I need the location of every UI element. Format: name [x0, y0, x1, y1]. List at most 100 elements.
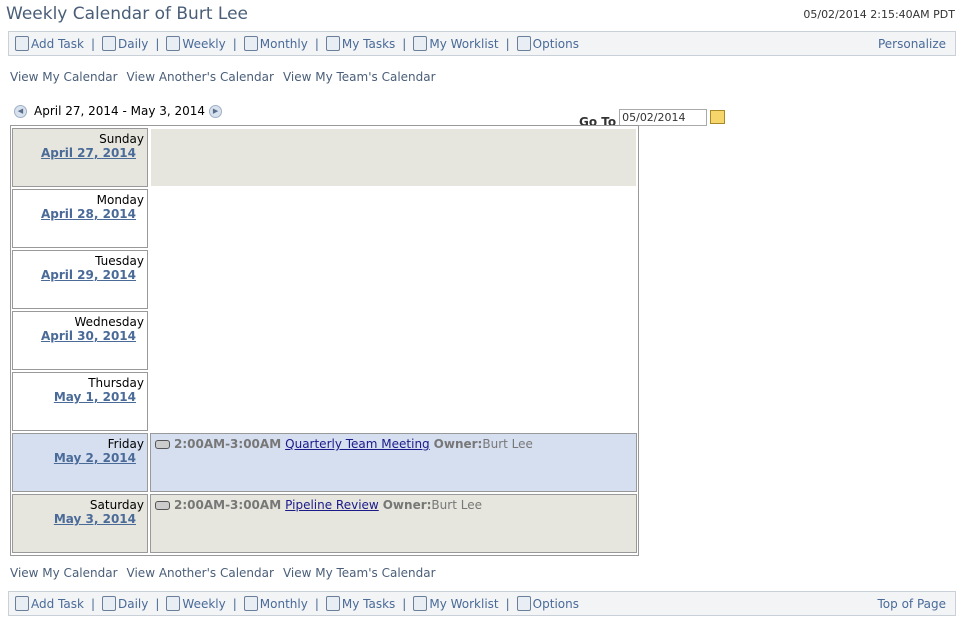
toolbar-link-label: My Worklist: [429, 596, 499, 611]
toolbar-link-label: Daily: [118, 596, 149, 611]
day-row: Tuesday April 29, 2014: [12, 250, 637, 309]
day-events-cell[interactable]: [150, 250, 637, 309]
toolbar-daily-link[interactable]: Daily: [102, 36, 148, 51]
event-title-link[interactable]: Pipeline Review: [285, 498, 379, 512]
toolbar-link-label: Daily: [118, 36, 149, 51]
separator: |: [155, 596, 160, 611]
separator: |: [314, 596, 319, 611]
separator: |: [505, 596, 510, 611]
day-row: Saturday May 3, 2014 2:00AM-3:00AM Pipeline…: [12, 494, 637, 553]
week-range: April 27, 2014 - May 3, 2014: [34, 104, 206, 118]
weekday-name: Wednesday: [74, 315, 144, 329]
toolbar-link-label: Add Task: [31, 36, 84, 51]
meeting-icon: [155, 500, 170, 510]
toolbar-monthly-link[interactable]: Monthly: [243, 596, 308, 611]
day-label-cell: Saturday May 3, 2014: [12, 494, 148, 553]
view-calendar-link[interactable]: View My Team's Calendar: [283, 70, 436, 84]
view-links-bottom: View My Calendar View Another's Calendar V…: [10, 566, 436, 580]
day-date-link[interactable]: April 28, 2014: [13, 207, 144, 221]
next-week-icon[interactable]: ▶: [209, 104, 223, 118]
add-task-icon: [15, 596, 29, 611]
toolbar-weekly-link[interactable]: Weekly: [166, 36, 226, 51]
toolbar-weekly-link[interactable]: Weekly: [166, 596, 226, 611]
day-row: Wednesday April 30, 2014: [12, 311, 637, 370]
separator: |: [402, 36, 407, 51]
view-calendar-link[interactable]: View Another's Calendar: [127, 70, 274, 84]
toolbar-link-label: Add Task: [31, 596, 84, 611]
toolbar-link-label: My Worklist: [429, 36, 499, 51]
personalize-link[interactable]: Personalize: [878, 37, 946, 51]
event-owner: Owner:Burt Lee: [434, 437, 533, 451]
day-row: Monday April 28, 2014: [12, 189, 637, 248]
owner-name: Burt Lee: [482, 437, 533, 451]
toolbar-my-tasks-link[interactable]: My Tasks: [325, 36, 395, 51]
toolbar-link-label: Monthly: [259, 36, 308, 51]
day-date-link[interactable]: April 27, 2014: [13, 146, 144, 160]
toolbar-link-label: Options: [532, 36, 579, 51]
day-label-cell: Wednesday April 30, 2014: [12, 311, 148, 370]
weekday-name: Monday: [96, 193, 144, 207]
toolbar-options-link[interactable]: Options: [516, 36, 579, 51]
separator: |: [314, 36, 319, 51]
toolbar-daily-link[interactable]: Daily: [102, 596, 148, 611]
separator: |: [232, 36, 237, 51]
day-events-cell[interactable]: [150, 128, 637, 187]
tasks-icon: [325, 596, 340, 611]
view-calendar-link[interactable]: View My Team's Calendar: [283, 566, 436, 580]
toolbar-link-label: My Tasks: [341, 596, 396, 611]
weekly-calendar-icon: [166, 596, 181, 611]
day-events-cell[interactable]: [150, 372, 637, 431]
day-date-link[interactable]: May 1, 2014: [13, 390, 144, 404]
week-navigator: ◀ April 27, 2014 - May 3, 2014 ▶: [14, 104, 223, 118]
day-events-cell[interactable]: [150, 189, 637, 248]
calendar-event: 2:00AM-3:00AM Pipeline Review Owner:Burt L…: [155, 498, 632, 512]
worklist-icon: [413, 596, 428, 611]
top-of-page-link[interactable]: Top of Page: [878, 597, 947, 611]
previous-week-icon[interactable]: ◀: [14, 104, 27, 118]
daily-calendar-icon: [102, 596, 116, 611]
goto-date-input[interactable]: [619, 108, 708, 126]
meeting-icon: [155, 439, 170, 449]
calendar-event: 2:00AM-3:00AM Quarterly Team Meeting Owner…: [155, 437, 632, 451]
separator: |: [232, 596, 237, 611]
day-events-cell[interactable]: [150, 311, 637, 370]
toolbar-my-worklist-link[interactable]: My Worklist: [413, 596, 499, 611]
tasks-icon: [325, 36, 340, 51]
day-date-link[interactable]: April 30, 2014: [13, 329, 144, 343]
event-title-link[interactable]: Quarterly Team Meeting: [285, 437, 430, 451]
view-calendar-link[interactable]: View My Calendar: [10, 70, 118, 84]
toolbar-add-task-link[interactable]: Add Task: [9, 36, 84, 51]
toolbar-add-task-link[interactable]: Add Task: [9, 596, 84, 611]
toolbar-link-label: Monthly: [259, 596, 308, 611]
page-title: Weekly Calendar of Burt Lee: [6, 4, 248, 24]
owner-label: Owner:: [382, 498, 432, 512]
view-calendar-link[interactable]: View My Calendar: [10, 566, 118, 580]
day-row: Sunday April 27, 2014: [12, 128, 637, 187]
separator: |: [155, 36, 160, 51]
day-label-cell: Friday May 2, 2014: [12, 433, 148, 492]
view-calendar-link[interactable]: View Another's Calendar: [127, 566, 274, 580]
weekday-name: Saturday: [89, 498, 144, 512]
toolbar-my-worklist-link[interactable]: My Worklist: [413, 36, 499, 51]
calendar-picker-icon[interactable]: [710, 110, 726, 124]
event-time: 2:00AM-3:00AM: [174, 437, 282, 451]
separator: |: [90, 596, 95, 611]
day-events-cell[interactable]: 2:00AM-3:00AM Quarterly Team Meeting Owner…: [150, 433, 637, 492]
owner-name: Burt Lee: [431, 498, 482, 512]
day-label-cell: Thursday May 1, 2014: [12, 372, 148, 431]
worklist-icon: [413, 36, 428, 51]
day-date-link[interactable]: May 2, 2014: [13, 451, 144, 465]
day-date-link[interactable]: May 3, 2014: [13, 512, 144, 526]
day-date-link[interactable]: April 29, 2014: [13, 268, 144, 282]
day-label-cell: Sunday April 27, 2014: [12, 128, 148, 187]
toolbar-options-link[interactable]: Options: [516, 596, 579, 611]
toolbar-bottom: Add Task | Daily | Weekly | Monthly | My Tasks | M…: [8, 591, 956, 616]
options-icon: [516, 596, 531, 611]
options-icon: [516, 36, 531, 51]
weekday-name: Sunday: [99, 132, 144, 146]
separator: |: [505, 36, 510, 51]
toolbar-my-tasks-link[interactable]: My Tasks: [325, 596, 396, 611]
toolbar-monthly-link[interactable]: Monthly: [243, 36, 308, 51]
view-links-top: View My Calendar View Another's Calendar V…: [10, 70, 436, 84]
day-events-cell[interactable]: 2:00AM-3:00AM Pipeline Review Owner:Burt L…: [150, 494, 637, 553]
